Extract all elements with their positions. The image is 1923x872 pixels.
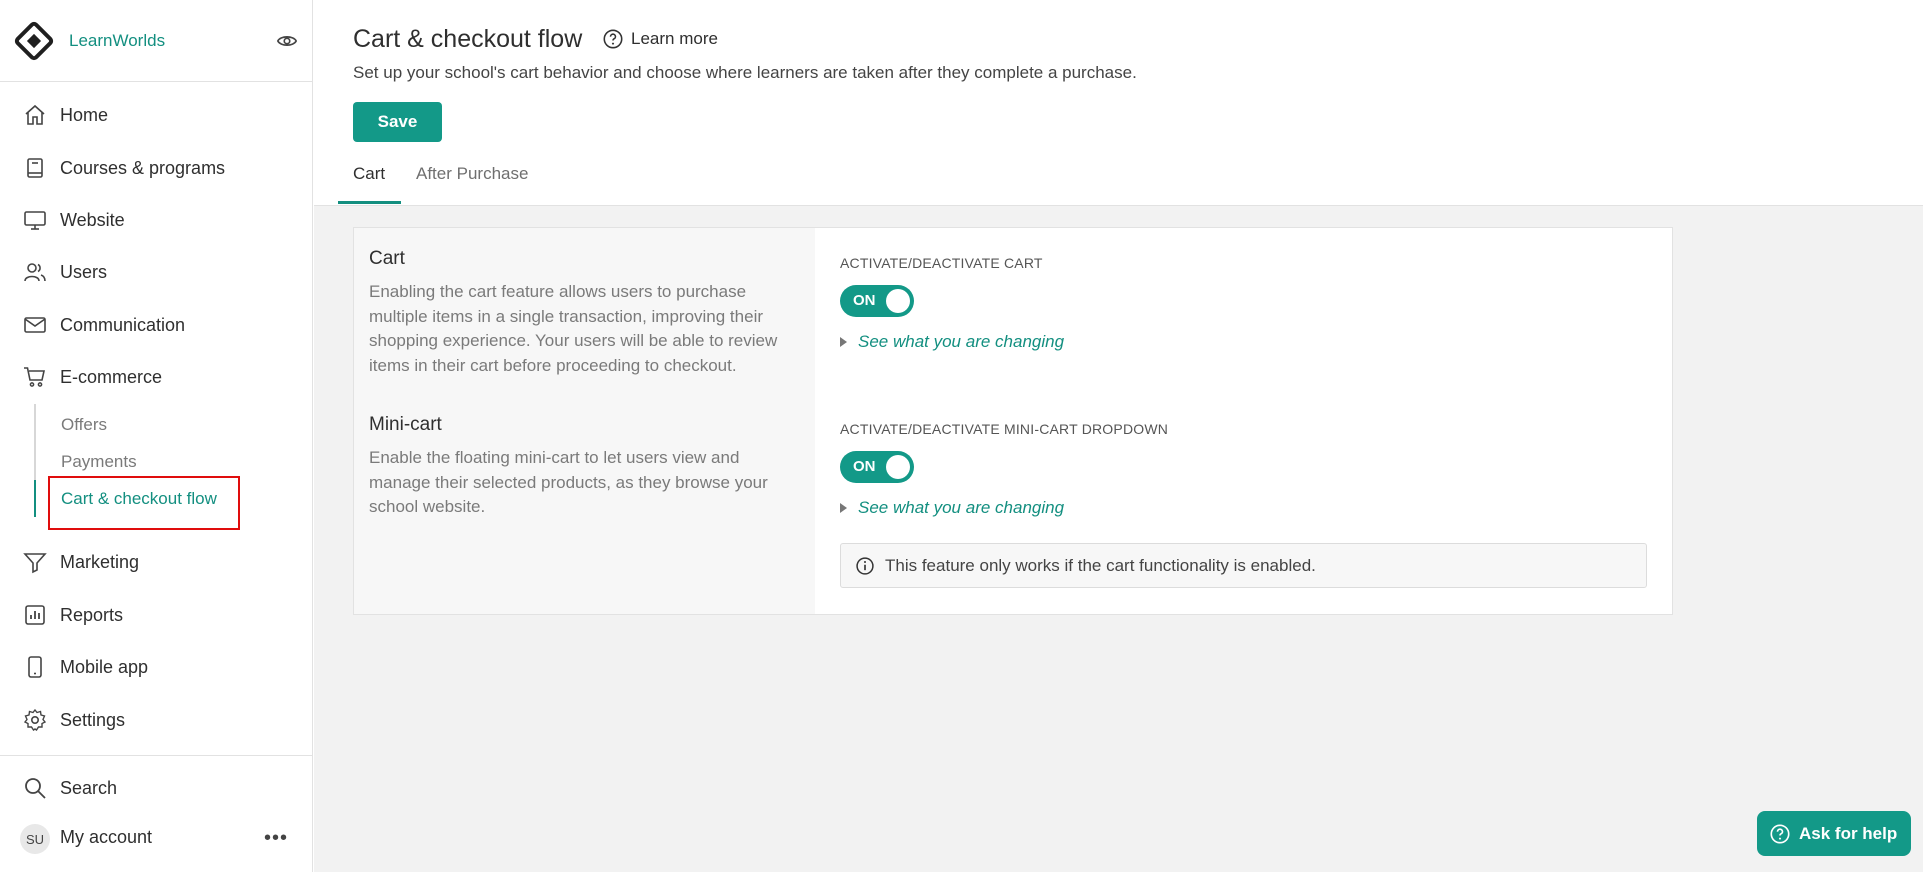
sidebar-item-ecommerce[interactable]: E-commerce [0,357,313,397]
ask-for-help-button[interactable]: Ask for help [1757,811,1911,856]
home-icon [22,102,48,128]
sidebar-item-courses[interactable]: Courses & programs [0,148,313,188]
sidebar-item-label: Courses & programs [60,157,226,178]
minicart-section-title: Mini-cart [369,414,442,435]
cart-see-changes-link[interactable]: See what you are changing [840,332,1064,352]
sidebar-item-label: Website [60,209,125,230]
sidebar-item-label: Users [60,261,108,282]
sidebar-item-label: Communication [60,314,186,335]
toggle-state-label: ON [853,292,876,309]
cart-section-description: Enabling the cart feature allows users t… [369,282,778,375]
cart-toggle-label: ACTIVATE/DEACTIVATE CART [840,255,1043,271]
see-changes-label: See what you are changing [858,332,1065,351]
minicart-section-description: Enable the floating mini-cart to let use… [369,448,768,516]
toggle-knob [886,289,910,313]
caret-right-icon [840,503,847,513]
sidebar-item-label: Reports [60,604,124,625]
learn-more-link[interactable]: Learn more [602,28,718,50]
more-options-icon[interactable]: ••• [264,826,288,850]
tab-cart[interactable]: Cart [353,164,385,184]
monitor-icon [22,207,48,233]
sidebar-item-label: Search [60,777,118,798]
help-circle-icon [1770,823,1790,844]
brand-header: LearnWorlds [0,0,312,82]
chart-icon [22,602,48,628]
sidebar-item-website[interactable]: Website [0,200,313,240]
learnworlds-logo-icon[interactable] [14,21,54,61]
subnav-active-indicator [34,480,36,517]
book-icon [22,155,48,181]
mail-icon [22,312,48,338]
gear-icon [22,707,48,733]
cart-settings-card: Cart Enabling the cart feature allows us… [353,227,1673,615]
cart-section-title: Cart [369,248,405,269]
sidebar-item-label: Mobile app [60,656,149,677]
users-icon [22,259,48,285]
active-tab-indicator [338,201,401,204]
ask-for-help-label: Ask for help [1799,823,1898,843]
sidebar: LearnWorlds Home Courses & programs Webs… [0,0,313,872]
sidebar-subitem-payments[interactable]: Payments [61,452,137,472]
info-icon [856,556,874,575]
sidebar-item-label: E-commerce [60,366,163,387]
info-notice: This feature only works if the cart func… [840,543,1647,588]
help-circle-icon [603,29,623,49]
info-notice-text: This feature only works if the cart func… [885,555,1316,575]
tab-after-purchase[interactable]: After Purchase [416,164,528,184]
sidebar-item-settings[interactable]: Settings [0,700,313,740]
toggle-knob [886,455,910,479]
cart-icon [22,364,48,390]
brand-name[interactable]: LearnWorlds [69,31,165,51]
funnel-icon [22,549,48,575]
sidebar-item-reports[interactable]: Reports [0,595,313,635]
see-changes-label: See what you are changing [858,498,1065,517]
sidebar-divider [0,755,313,756]
toggle-state-label: ON [853,458,876,475]
sidebar-item-mobile-app[interactable]: Mobile app [0,647,313,687]
sidebar-item-label: Home [60,104,109,125]
sidebar-subitem-offers[interactable]: Offers [61,415,107,435]
search-icon [22,775,48,801]
sidebar-item-users[interactable]: Users [0,252,313,292]
minicart-see-changes-link[interactable]: See what you are changing [840,498,1064,518]
eye-icon[interactable] [276,30,298,52]
minicart-toggle-label: ACTIVATE/DEACTIVATE MINI-CART DROPDOWN [840,421,1169,437]
caret-right-icon [840,337,847,347]
selection-highlight-box [48,476,240,530]
sidebar-item-label: My account [60,826,153,847]
sidebar-item-marketing[interactable]: Marketing [0,542,313,582]
sidebar-item-my-account[interactable]: My account [0,817,250,857]
main-content: Cart & checkout flow Learn more Set up y… [314,0,1923,872]
sidebar-item-label: Settings [60,709,126,730]
sidebar-item-communication[interactable]: Communication [0,305,313,345]
phone-icon [22,654,48,680]
sidebar-item-home[interactable]: Home [0,95,313,135]
minicart-toggle[interactable]: ON [840,451,914,483]
page-title: Cart & checkout flow [353,25,583,53]
page-header: Cart & checkout flow Learn more Set up y… [314,0,1923,206]
sidebar-item-search[interactable]: Search [0,768,313,808]
page-subtitle: Set up your school's cart behavior and c… [353,63,1137,82]
cart-toggle[interactable]: ON [840,285,914,317]
sidebar-item-label: Marketing [60,551,140,572]
save-button[interactable]: Save [353,102,442,142]
learn-more-label: Learn more [631,29,718,48]
